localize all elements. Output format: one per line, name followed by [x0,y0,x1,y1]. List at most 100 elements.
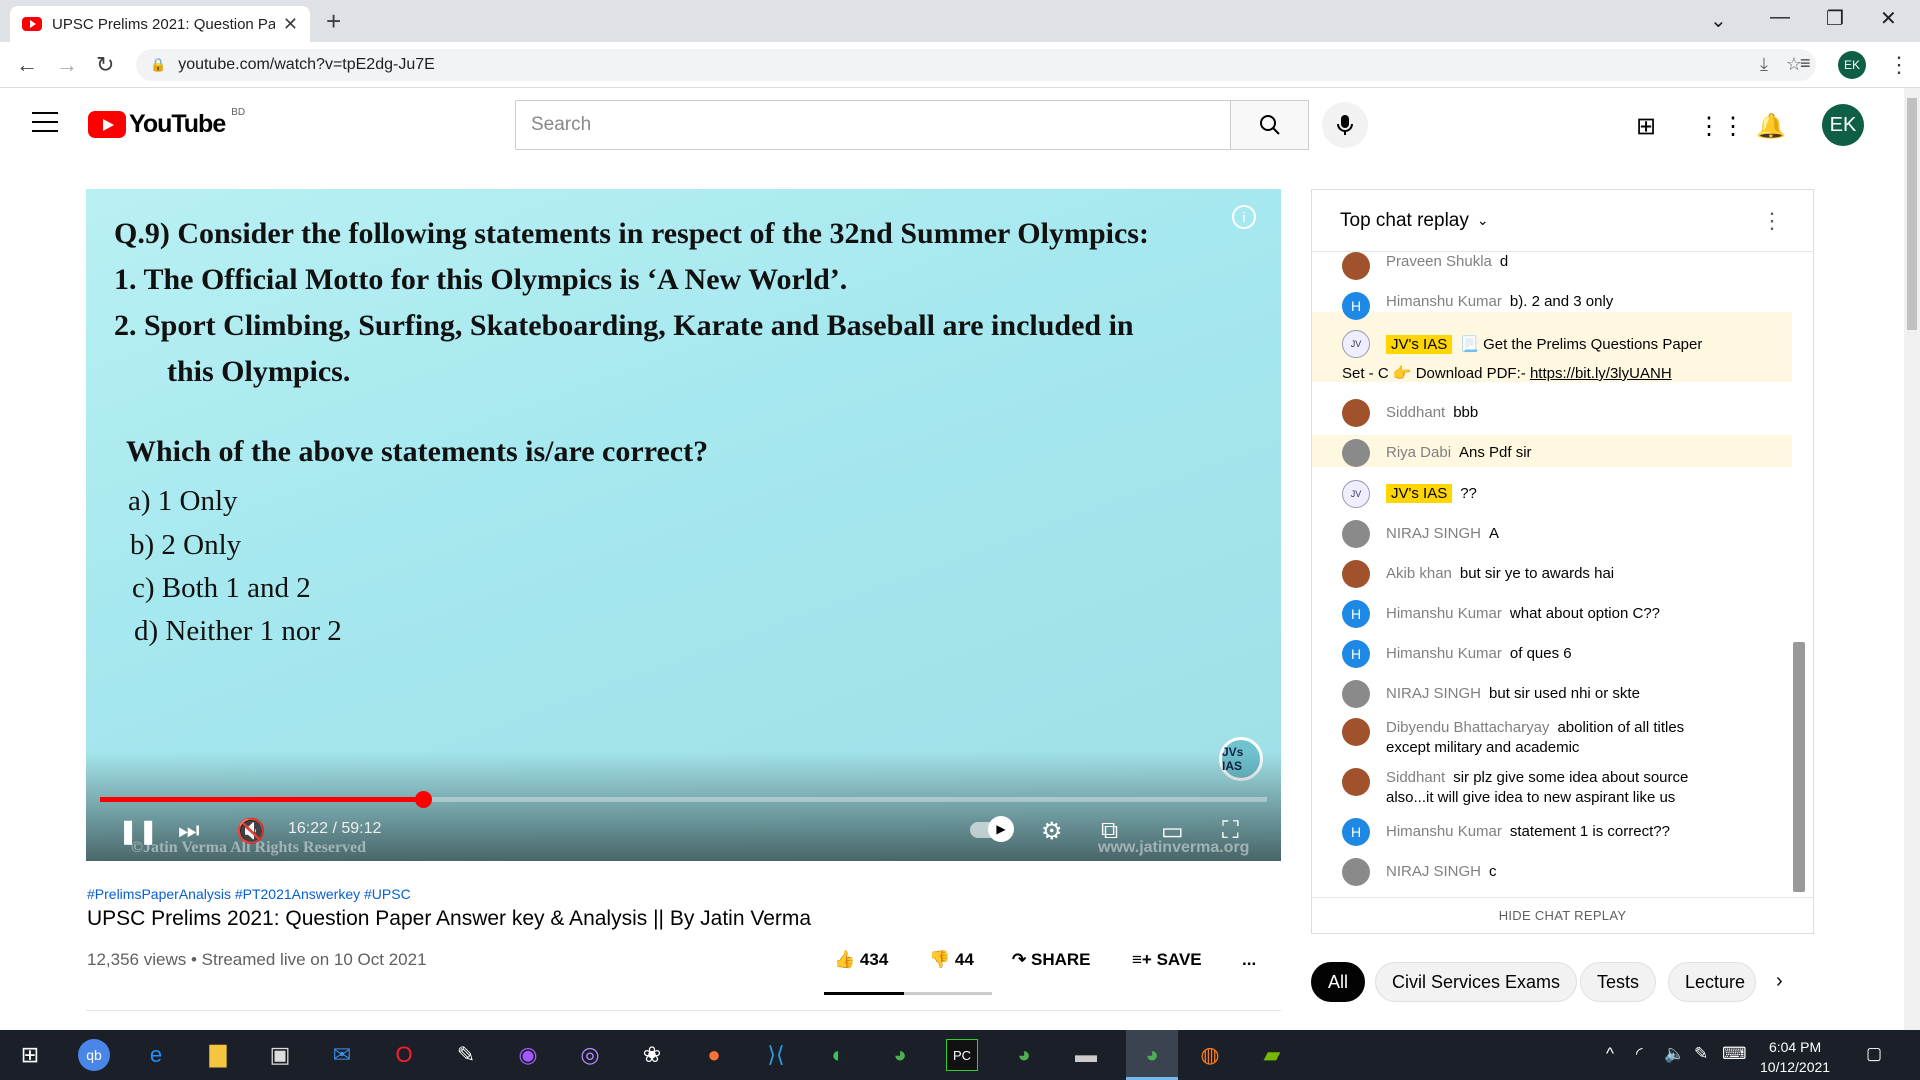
messenger-icon[interactable]: ◉ [512,1039,544,1071]
author-name[interactable]: Praveen Shukla [1386,253,1492,270]
firefox-icon[interactable]: ● [698,1039,730,1071]
qbittorrent-icon[interactable]: qb [78,1039,110,1071]
chip-civil-services-exams[interactable]: Civil Services Exams [1375,962,1578,1002]
chip-all[interactable]: All [1311,962,1366,1002]
chevron-down-icon[interactable]: ⌄ [1477,212,1489,229]
keyboard-icon[interactable]: ⌨ [1722,1044,1747,1064]
app-icon[interactable]: ✎ [450,1039,482,1071]
apps-grid-icon[interactable]: ⋮⋮ [1697,112,1745,141]
notifications-icon[interactable]: ▢ [1866,1044,1882,1064]
edge-legacy-icon[interactable]: e [140,1039,172,1071]
chat-more-icon[interactable]: ⋮ [1761,208,1783,234]
minimize-icon[interactable]: — [1770,6,1790,29]
chat-scrollbar[interactable] [1793,642,1805,892]
author-name[interactable]: Himanshu Kumar [1386,823,1502,840]
notifications-bell-icon[interactable]: 🔔 [1756,112,1786,141]
theater-mode-icon[interactable]: ▭ [1161,817,1184,846]
pause-icon[interactable]: ❚❚ [118,817,158,846]
close-window-icon[interactable]: ✕ [1880,6,1897,31]
author-name[interactable]: Akib khan [1386,565,1452,582]
scrubber-handle[interactable] [414,791,432,808]
tray-chevron-up-icon[interactable]: ^ [1606,1044,1614,1064]
chip-lecture[interactable]: Lecture [1668,962,1756,1002]
restore-icon[interactable]: ❐ [1826,6,1844,31]
store-icon[interactable]: ▣ [264,1039,296,1071]
back-icon[interactable]: ← [16,52,38,78]
pycharm-icon[interactable]: PC [946,1039,978,1071]
postman-icon[interactable]: ◍ [1194,1039,1226,1071]
chat-message-list[interactable]: Praveen Shukla d H Himanshu Kumar b). 2 an… [1312,252,1792,892]
browser-menu-icon[interactable]: ⋮ [1888,52,1910,78]
voice-search-button[interactable] [1322,102,1368,148]
edge-icon[interactable]: ◐ [822,1039,854,1071]
search-button[interactable] [1231,100,1309,150]
chrome-icon[interactable]: ◕ [1008,1039,1040,1071]
create-video-icon[interactable]: ⊞ [1636,112,1656,141]
tab-close-icon[interactable]: ✕ [283,14,298,35]
author-name[interactable]: NIRAJ SINGH [1386,863,1481,880]
pdf-link[interactable]: https://bit.ly/3lyUANH [1530,365,1672,382]
nvidia-icon[interactable]: ▰ [1256,1039,1288,1071]
author-name[interactable]: NIRAJ SINGH [1386,525,1481,542]
new-tab-button[interactable]: + [326,6,341,37]
chip-tests[interactable]: Tests [1580,962,1657,1002]
author-name[interactable]: Himanshu Kumar [1386,605,1502,622]
author-name[interactable]: NIRAJ SINGH [1386,685,1481,702]
windows-start-icon[interactable]: ⊞ [14,1039,46,1071]
info-icon[interactable]: i [1232,205,1256,229]
omnibox[interactable]: 🔒 youtube.com/watch?v=tpE2dg-Ju7E ⤓ ☆ [136,49,1816,81]
chevron-right-icon[interactable]: › [1776,970,1783,993]
save-button[interactable]: ≡+ SAVE [1132,950,1202,970]
terminal-icon[interactable]: ▬ [1070,1039,1102,1071]
chrome-active-icon[interactable]: ◕ [1136,1039,1168,1071]
more-actions-button[interactable]: ... [1242,950,1256,970]
youtube-logo[interactable]: YouTube BD [88,107,245,139]
opera-icon[interactable]: O [388,1039,420,1071]
pen-icon[interactable]: ✎ [1694,1044,1708,1064]
file-explorer-icon[interactable]: ▇ [202,1039,234,1071]
progress-bar[interactable] [100,791,1267,808]
page-scrollbar[interactable] [1904,88,1920,1030]
forward-icon[interactable]: → [56,52,78,78]
system-clock[interactable]: 6:04 PM 10/12/2021 [1760,1037,1830,1077]
author-name[interactable]: Siddhant [1386,769,1445,786]
mail-icon[interactable]: ✉ [326,1039,358,1071]
owner-badge[interactable]: JV's IAS [1386,335,1453,354]
vscode-icon[interactable]: ⟩⟨ [760,1039,792,1071]
like-button[interactable]: 👍 434 [834,950,888,970]
settings-gear-icon[interactable]: ⚙ [1041,817,1063,846]
youtube-header: YouTube BD Search ⊞ ⋮⋮ 🔔 EK [0,88,1920,160]
dislike-button[interactable]: 👎 44 [929,950,974,970]
author-name[interactable]: Himanshu Kumar [1386,293,1502,310]
volume-icon[interactable]: 🔈 [1664,1044,1685,1064]
tab-search-icon[interactable]: ⌄ [1710,8,1727,33]
page-scrollbar-thumb[interactable] [1907,98,1917,330]
author-name[interactable]: Siddhant [1386,404,1445,421]
browser-tab[interactable]: UPSC Prelims 2021: Question Pap ✕ [10,6,310,42]
muted-volume-icon[interactable]: 🔇 [236,817,266,846]
install-icon[interactable]: ⤓ [1760,54,1768,75]
chrome-profile-icon[interactable]: ◕ [884,1039,916,1071]
media-queue-icon[interactable]: ≡ [1800,53,1811,74]
author-name[interactable]: Riya Dabi [1386,444,1451,461]
author-name[interactable]: Dibyendu Bhattacharyay [1386,719,1549,736]
paint-icon[interactable]: ❀ [636,1039,668,1071]
account-avatar[interactable]: EK [1822,104,1864,146]
chat-header[interactable]: Top chat replay ⌄ ⋮ [1312,190,1813,252]
hide-chat-button[interactable]: HIDE CHAT REPLAY [1312,897,1813,933]
reload-icon[interactable]: ↻ [96,52,114,78]
video-player[interactable]: Q.9) Consider the following statements i… [86,189,1281,861]
miniplayer-icon[interactable]: ⧉ [1101,817,1118,845]
profile-avatar[interactable]: EK [1838,51,1866,79]
owner-badge[interactable]: JV's IAS [1386,484,1453,503]
hashtags[interactable]: #PrelimsPaperAnalysis #PT2021Answerkey #… [87,886,411,902]
share-button[interactable]: ↷ SHARE [1012,950,1091,970]
autoplay-toggle[interactable] [970,816,1014,842]
wifi-icon[interactable]: ◜ [1636,1044,1643,1064]
fullscreen-icon[interactable]: ⛶ [1222,817,1239,845]
next-icon[interactable]: ⏭ [178,817,200,845]
author-name[interactable]: Himanshu Kumar [1386,645,1502,662]
github-icon[interactable]: ◎ [574,1039,606,1071]
hamburger-menu-icon[interactable] [32,112,58,132]
search-input[interactable]: Search [515,100,1231,150]
